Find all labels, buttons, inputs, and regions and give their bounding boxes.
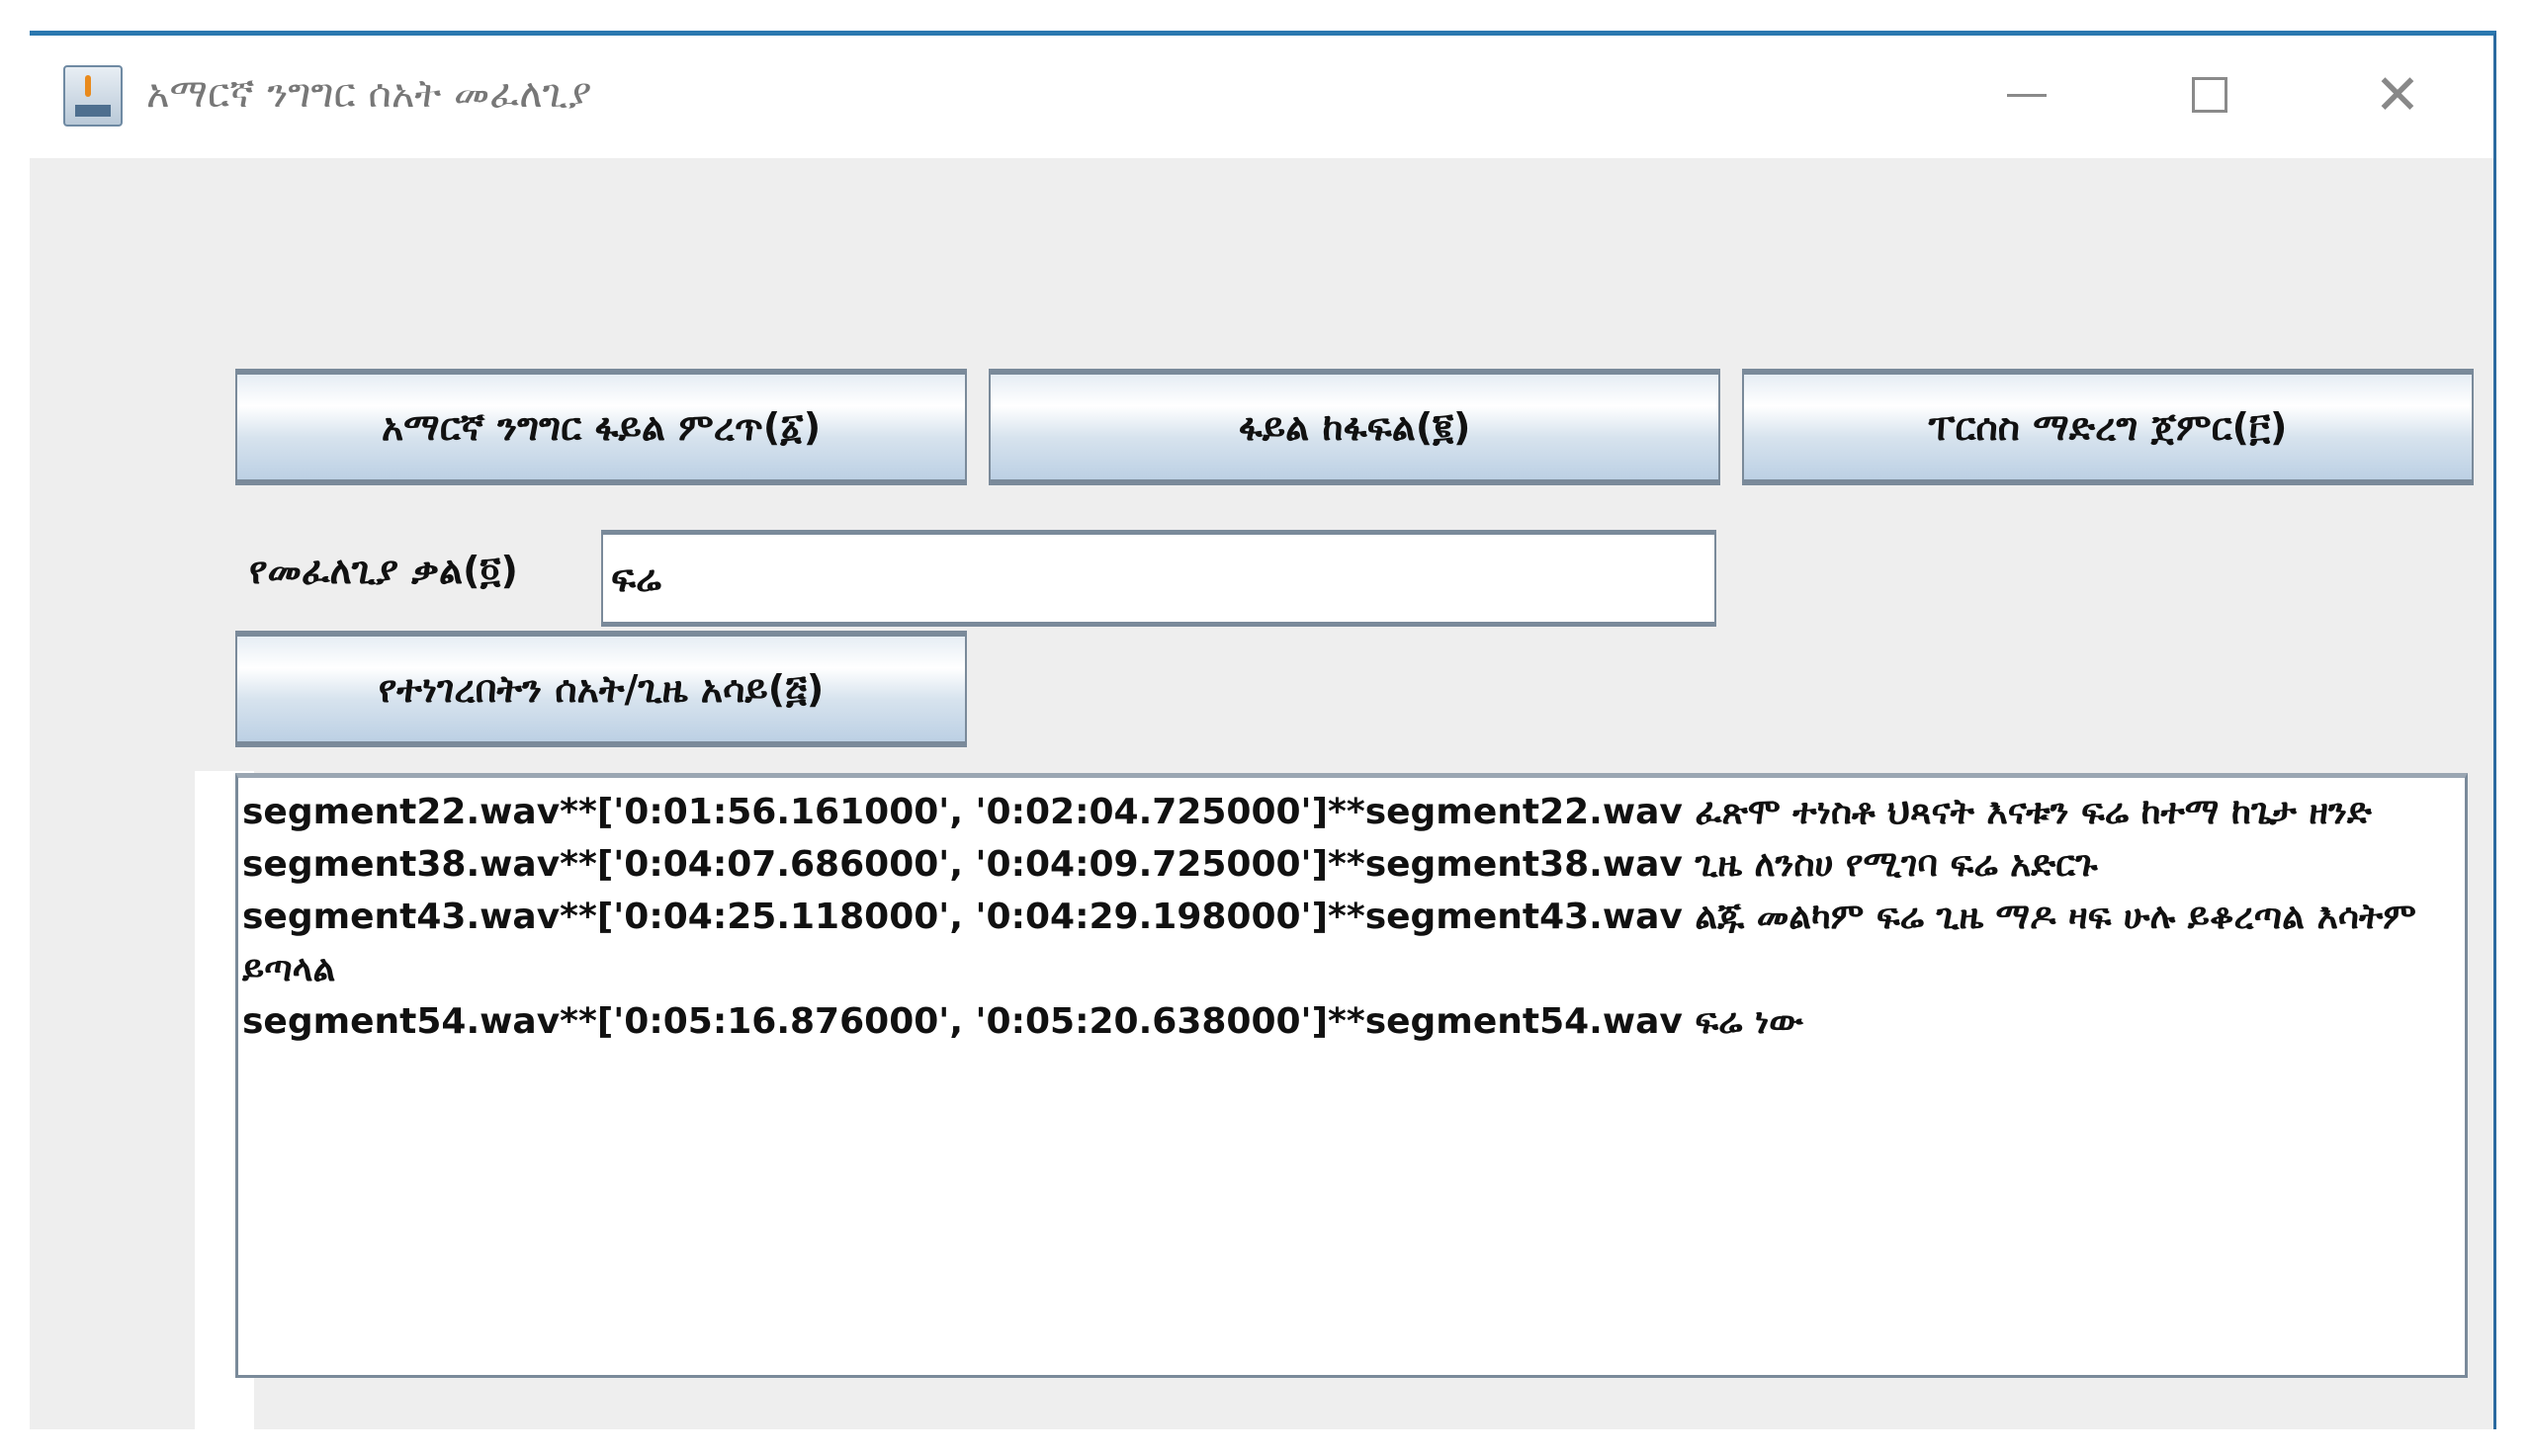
- result-line: segment43.wav**['0:04:25.118000', '0:04:…: [242, 897, 2416, 989]
- result-line: segment38.wav**['0:04:07.686000', '0:04:…: [242, 844, 2098, 885]
- window-title: አማርኛ ንግግር ሰአት መፈለጊያ: [146, 71, 592, 117]
- title-bar: አማርኛ ንግግር ሰአት መፈለጊያ ✕: [30, 36, 2493, 158]
- result-line: segment54.wav**['0:05:16.876000', '0:05:…: [242, 1001, 1803, 1042]
- choose-audio-file-button[interactable]: አማርኛ ንግግር ፋይል ምረጥ(፩): [235, 369, 967, 485]
- search-term-input[interactable]: [601, 530, 1716, 627]
- close-button[interactable]: ✕: [2363, 62, 2432, 128]
- content-panel: አማርኛ ንግግር ፋይል ምረጥ(፩) ፋይል ከፋፍል(፪) ፐርሰስ ማድ…: [30, 158, 2493, 1429]
- show-spoken-time-button[interactable]: የተነገረበትን ሰአት/ጊዜ አሳይ(፭): [235, 631, 967, 747]
- maximize-button[interactable]: [2175, 65, 2244, 125]
- java-app-icon: [63, 65, 123, 127]
- close-icon: ✕: [2374, 62, 2421, 128]
- start-parsing-button[interactable]: ፐርሰስ ማድረግ ጀምር(፫): [1742, 369, 2474, 485]
- search-term-label: የመፈለጊያ ቃል(፬): [249, 549, 518, 592]
- result-line: segment22.wav**['0:01:56.161000', '0:02:…: [242, 792, 2372, 832]
- minimize-button[interactable]: [1992, 65, 2061, 125]
- minimize-icon: [2007, 93, 2047, 97]
- split-file-button[interactable]: ፋይል ከፋፍል(፪): [989, 369, 1720, 485]
- app-window: አማርኛ ንግግር ሰአት መፈለጊያ ✕ አማርኛ ንግግር ፋይል ምረጥ(…: [30, 31, 2496, 1429]
- results-text-area[interactable]: segment22.wav**['0:01:56.161000', '0:02:…: [235, 773, 2468, 1378]
- maximize-icon: [2192, 77, 2227, 113]
